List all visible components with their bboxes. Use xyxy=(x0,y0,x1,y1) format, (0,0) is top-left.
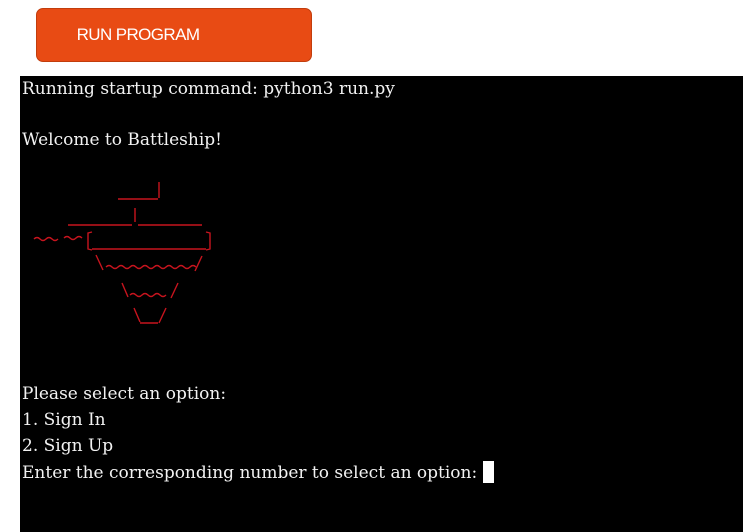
menu-prompt: Please select an option: xyxy=(22,384,227,404)
input-prompt: Enter the corresponding number to select… xyxy=(22,463,478,483)
run-program-label: RUN PROGRAM xyxy=(76,25,200,44)
battleship-ascii-art xyxy=(30,177,230,337)
welcome-message: Welcome to Battleship! xyxy=(22,130,223,150)
option-sign-up: 2. Sign Up xyxy=(22,436,114,456)
run-program-button[interactable]: RUN PROGRAM xyxy=(36,8,312,62)
option-sign-in: 1. Sign In xyxy=(22,410,106,430)
battleship-art-drawing xyxy=(33,182,211,324)
input-prompt-line[interactable]: Enter the corresponding number to select… xyxy=(22,461,495,483)
block-cursor-icon[interactable] xyxy=(483,461,495,483)
startup-command-line: Running startup command: python3 run.py xyxy=(22,79,395,99)
terminal-output[interactable]: Running startup command: python3 run.py … xyxy=(20,76,743,532)
